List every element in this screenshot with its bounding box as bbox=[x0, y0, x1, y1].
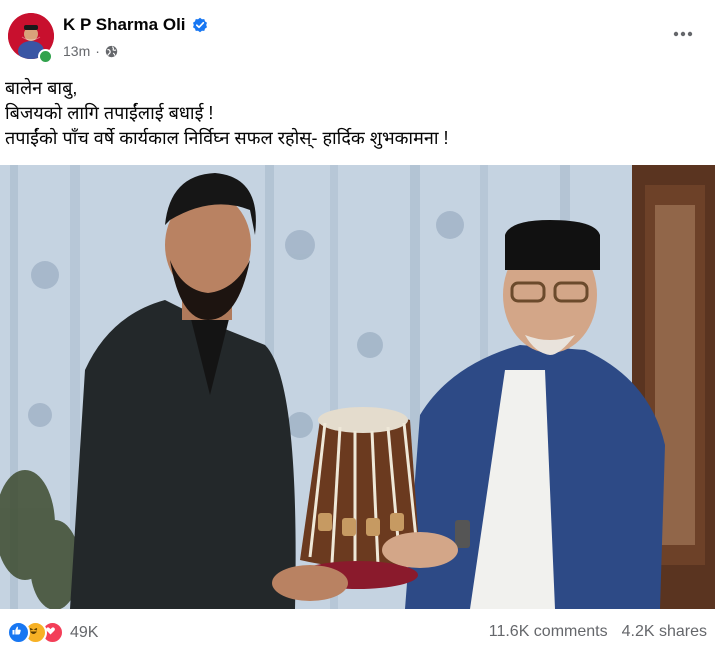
post-timestamp[interactable]: 13m bbox=[63, 43, 90, 59]
reactions-summary[interactable]: 49K bbox=[7, 621, 98, 644]
author-name[interactable]: K P Sharma Oli bbox=[63, 15, 186, 35]
globe-icon bbox=[105, 45, 118, 57]
comments-count[interactable]: 11.6K comments bbox=[489, 623, 608, 641]
more-options-icon[interactable] bbox=[669, 20, 697, 48]
reactions-count[interactable]: 49K bbox=[70, 624, 98, 642]
post-footer: 49K 11.6K comments 4.2K shares bbox=[0, 609, 715, 650]
post-text-line: तपाईंको पाँच वर्षे कार्यकाल निर्विघ्न सफ… bbox=[5, 128, 449, 148]
post-text-line: बालेन बाबु, bbox=[5, 78, 78, 98]
post-message: बालेन बाबु, बिजयको लागि तपाईंलाई बधाई ! … bbox=[5, 76, 449, 151]
like-reaction-icon bbox=[7, 621, 30, 644]
verified-badge-icon bbox=[192, 17, 207, 33]
shares-count[interactable]: 4.2K shares bbox=[622, 623, 707, 641]
post-header: K P Sharma Oli 13m · bbox=[0, 0, 715, 68]
post-photo[interactable] bbox=[0, 165, 715, 609]
meta-separator: · bbox=[95, 43, 100, 59]
post-text-line: बिजयको लागि तपाईंलाई बधाई ! bbox=[5, 103, 214, 123]
online-status-indicator bbox=[38, 49, 53, 64]
